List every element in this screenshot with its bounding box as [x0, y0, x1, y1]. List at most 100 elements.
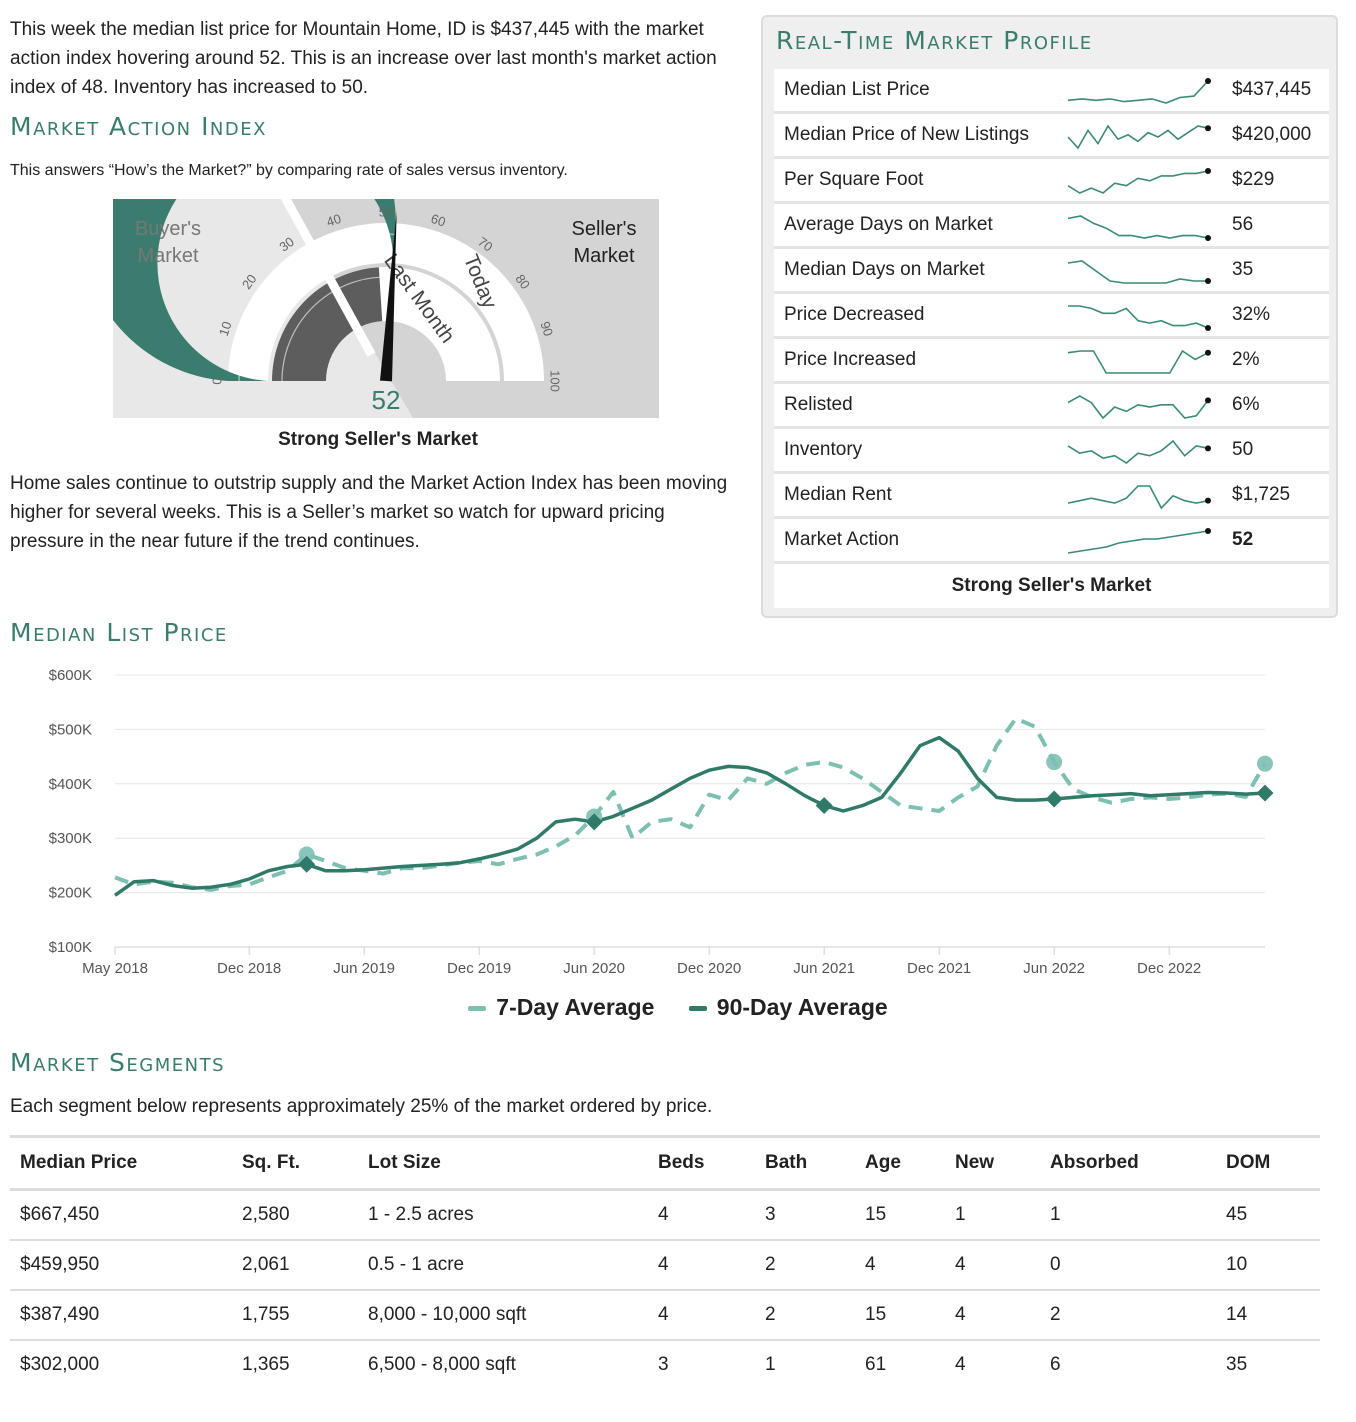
profile-row-value: 35	[1232, 259, 1254, 280]
x-tick-label: Jun 2021	[793, 960, 855, 977]
profile-row-sparkline	[1068, 305, 1211, 331]
table-cell: 61	[865, 1354, 887, 1375]
segments-column-header: Median Price	[10, 1135, 232, 1191]
profile-row-value: 2%	[1232, 349, 1260, 370]
y-tick-label: $400K	[49, 776, 92, 793]
x-tick-label: Jun 2020	[563, 960, 625, 977]
chart-gridlines	[115, 674, 1265, 948]
sparkline-endpoint	[1205, 325, 1211, 331]
profile-row-label: Average Days on Market	[784, 214, 993, 235]
profile-row-label: Median Price of New Listings	[784, 124, 1029, 145]
x-tick-label: May 2018	[82, 960, 148, 977]
table-cell: 3	[658, 1354, 669, 1375]
segments-column-header: Absorbed	[1040, 1135, 1216, 1191]
sparkline-path	[1067, 80, 1209, 104]
table-cell: 8,000 - 10,000 sqft	[358, 1290, 648, 1341]
marker-90-day[interactable]	[815, 797, 833, 815]
market-profile-panel: Real-Time Market Profile Median List Pri…	[761, 15, 1338, 618]
series-line-7-day	[114, 716, 1267, 892]
table-cell: 1	[1040, 1189, 1216, 1241]
x-tick-label: Dec 2019	[447, 960, 511, 977]
table-cell: $667,450	[10, 1189, 232, 1241]
x-tick-label: Jun 2022	[1023, 960, 1085, 977]
legend-item-90-day[interactable]: 90-Day Average	[688, 994, 888, 1021]
sellers-market-label-line1: Seller's	[572, 218, 637, 240]
gauge-tick-label: 100	[548, 370, 563, 392]
legend-label-90-day: 90-Day Average	[716, 994, 888, 1020]
sparkline-endpoint	[1205, 528, 1211, 534]
x-tick-label: Dec 2020	[677, 960, 741, 977]
table-cell: 3	[755, 1189, 855, 1241]
table-cell: 4	[955, 1354, 966, 1375]
profile-row: Price Decreased 32%	[774, 294, 1329, 339]
market-action-index-heading: Market Action Index	[10, 112, 267, 141]
market-profile-rows: Median List Price $437,445 Median Price of…	[774, 69, 1329, 564]
profile-row-label: Median Rent	[784, 484, 892, 505]
profile-row: Inventory 50	[774, 429, 1329, 474]
marker-90-day[interactable]	[1256, 784, 1274, 802]
profile-row-sparkline	[1067, 260, 1211, 284]
x-tick-label: Dec 2018	[217, 960, 281, 977]
sparkline-path	[1067, 530, 1209, 554]
table-cell: 2	[755, 1290, 855, 1341]
legend-swatch-7-day	[468, 1006, 487, 1012]
profile-row-label: Price Increased	[784, 349, 917, 370]
sparkline-endpoint	[1205, 349, 1211, 356]
profile-row-label: Per Square Foot	[784, 169, 924, 190]
table-cell: 45	[1216, 1189, 1320, 1241]
sparkline-endpoint	[1205, 125, 1211, 132]
profile-row: Relisted 6%	[774, 384, 1329, 429]
table-cell: 4	[855, 1240, 945, 1291]
table-row: $302,000 1,365 6,500 - 8,000 sqft 3 1 61 4 6 35	[10, 1340, 1320, 1389]
profile-row-label: Price Decreased	[784, 304, 925, 325]
table-cell: 4	[945, 1240, 1040, 1291]
marker-90-day[interactable]	[1045, 790, 1063, 808]
table-cell: $387,490	[10, 1290, 232, 1341]
chart-series	[113, 716, 1267, 897]
x-tick-label: Dec 2022	[1137, 960, 1201, 977]
sparkline-endpoint	[1205, 278, 1211, 284]
table-cell: 10	[1216, 1240, 1320, 1291]
median-list-price-chart: $600K $500K $400K $300K $200K $100K May 2018 D…	[49, 667, 1274, 977]
chart-y-axis: $600K $500K $400K $300K $200K $100K	[49, 667, 92, 956]
chart-legend: 7-Day Average 90-Day Average	[0, 994, 1356, 1021]
table-cell: 1	[765, 1354, 776, 1375]
sparkline-endpoint	[1205, 168, 1211, 174]
y-tick-label: $200K	[49, 885, 92, 902]
segments-column-header: New	[945, 1135, 1040, 1191]
market-action-gauge: 010203040 50 60708090100 Last Month Today …	[113, 199, 659, 418]
y-tick-label: $100K	[49, 939, 92, 956]
median-list-price-heading: Median List Price	[10, 618, 228, 647]
legend-swatch-90-day	[688, 1006, 707, 1012]
market-profile-verdict: Strong Seller's Market	[774, 564, 1329, 608]
table-cell: $302,000	[20, 1354, 100, 1375]
buyers-market-label-line1: Buyer's	[135, 218, 201, 240]
profile-row-sparkline	[1067, 439, 1211, 464]
table-cell: 2,580	[232, 1189, 358, 1241]
table-row: $387,490 1,755 8,000 - 10,000 sqft 4 2 15 4 2 14	[10, 1290, 1320, 1341]
table-cell: 2	[1040, 1290, 1216, 1341]
profile-row-sparkline	[1067, 485, 1211, 510]
segments-column-header: Sq. Ft.	[232, 1135, 358, 1191]
profile-row-sparkline	[1067, 168, 1211, 194]
series-line-90-day	[113, 735, 1266, 897]
market-action-index-subtitle: This answers “How’s the Market?” by comp…	[10, 162, 568, 179]
table-row: $459,950 2,061 0.5 - 1 acre 4 2 4 4 0 10	[10, 1240, 1320, 1291]
marker-7-day[interactable]	[1046, 754, 1063, 771]
legend-label-7-day: 7-Day Average	[496, 994, 655, 1020]
segments-column-header: Age	[855, 1135, 945, 1191]
gauge-tick-label: 0	[209, 377, 224, 384]
profile-row: Per Square Foot $229	[774, 159, 1329, 204]
profile-row-label: Relisted	[784, 394, 853, 415]
segments-body: $667,450 2,580 1 - 2.5 acres 4 3 15 1 1 45 $459,9…	[10, 1189, 1320, 1390]
table-cell: 4	[648, 1189, 755, 1241]
profile-row-value: 6%	[1232, 394, 1260, 415]
table-cell: 1 - 2.5 acres	[358, 1189, 648, 1241]
profile-row: Median List Price $437,445	[774, 69, 1329, 114]
sparkline-path	[1067, 260, 1208, 284]
table-cell: 6,500 - 8,000 sqft	[368, 1354, 516, 1375]
marker-7-day[interactable]	[1257, 755, 1273, 772]
legend-item-7-day[interactable]: 7-Day Average	[468, 994, 654, 1021]
profile-row: Average Days on Market 56	[774, 204, 1329, 249]
table-cell: 15	[855, 1189, 945, 1241]
